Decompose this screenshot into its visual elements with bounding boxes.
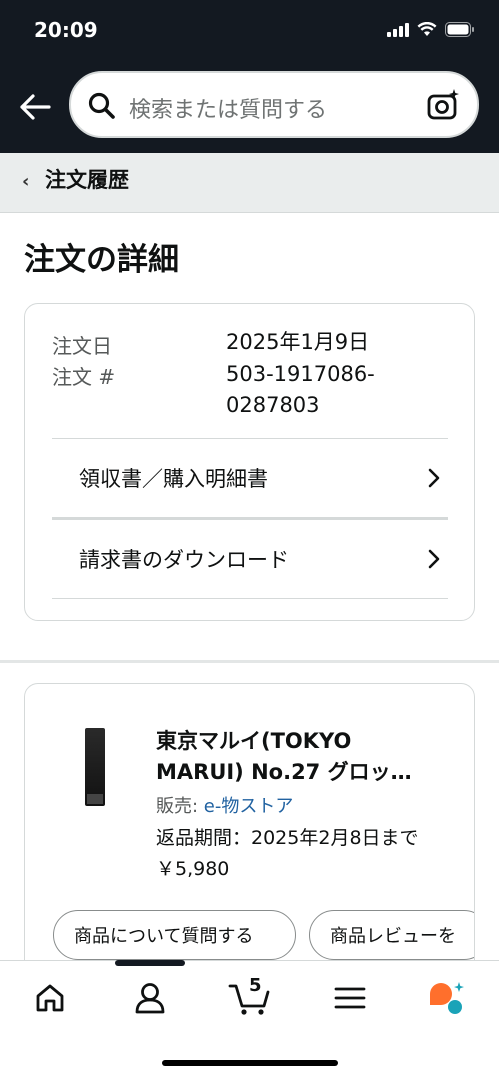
rufus-icon [430,982,464,1014]
order-number-value-cont: 0287803 [226,393,320,417]
order-number-value: 503-1917086- [226,362,375,386]
breadcrumb-label[interactable]: 注文履歴 [45,164,129,194]
ask-question-label: 商品について質問する [74,926,254,947]
nav-account[interactable] [130,978,170,1018]
seller-link[interactable]: e-物ストア [204,796,294,817]
product-image-detail [87,794,103,804]
search-icon [88,92,115,119]
page-title: 注文の詳細 [24,242,179,278]
menu-icon [334,987,366,1009]
receipt-link-label: 領収書／購入明細書 [79,467,268,491]
account-icon [135,983,165,1014]
order-item-card: 東京マルイ(TOKYO MARUI) No.27 グロッ… 販売: e-物ストア… [24,683,475,983]
nav-menu[interactable] [330,978,370,1018]
back-button[interactable] [16,88,54,126]
chevron-right-icon [428,549,440,569]
status-bar: 20:09 [0,0,499,60]
section-divider [0,660,499,663]
order-summary-card: 注文日 2025年1月9日 注文 # 503-1917086- 0287803 … [24,303,475,621]
search-placeholder: 検索または質問する [129,98,328,123]
write-review-label: 商品レビューを [330,926,456,947]
write-review-button[interactable]: 商品レビューを [309,910,474,960]
cart-count-badge: 5 [249,975,262,996]
camera-icon[interactable] [427,88,461,122]
chevron-left-icon: ‹ [22,171,30,192]
invoice-download-link[interactable]: 請求書のダウンロード [52,520,448,598]
order-number-label: 注文 # [52,365,116,389]
product-title[interactable]: 東京マルイ(TOKYO MARUI) No.27 グロッ… [156,726,456,788]
ask-question-button[interactable]: 商品について質問する [53,910,296,960]
arrow-left-icon [20,94,51,120]
nav-home[interactable] [30,978,70,1018]
status-time: 20:09 [34,18,98,42]
divider [52,598,448,599]
order-date-label: 注文日 [52,334,112,358]
chevron-right-icon [428,468,440,488]
nav-rufus[interactable] [426,978,466,1018]
battery-icon [445,22,474,37]
order-date-value: 2025年1月9日 [226,330,370,354]
search-bar[interactable]: 検索または質問する [69,71,479,138]
active-tab-indicator [115,960,185,966]
return-period: 返品期間：2025年2月8日まで [156,827,419,849]
product-title-line: MARUI) No.27 グロッ… [156,760,412,784]
wifi-icon [417,22,437,36]
home-indicator[interactable] [162,1060,338,1066]
seller-prefix: 販売: [156,796,204,817]
status-icons [387,22,475,37]
invoice-download-label: 請求書のダウンロード [79,548,289,572]
home-icon [36,984,64,1012]
product-title-line: 東京マルイ(TOKYO [156,729,352,753]
signal-icon [387,22,409,37]
item-price: ￥5,980 [156,858,230,880]
receipt-link[interactable]: 領収書／購入明細書 [52,439,448,517]
seller-info: 販売: e-物ストア [156,792,293,818]
